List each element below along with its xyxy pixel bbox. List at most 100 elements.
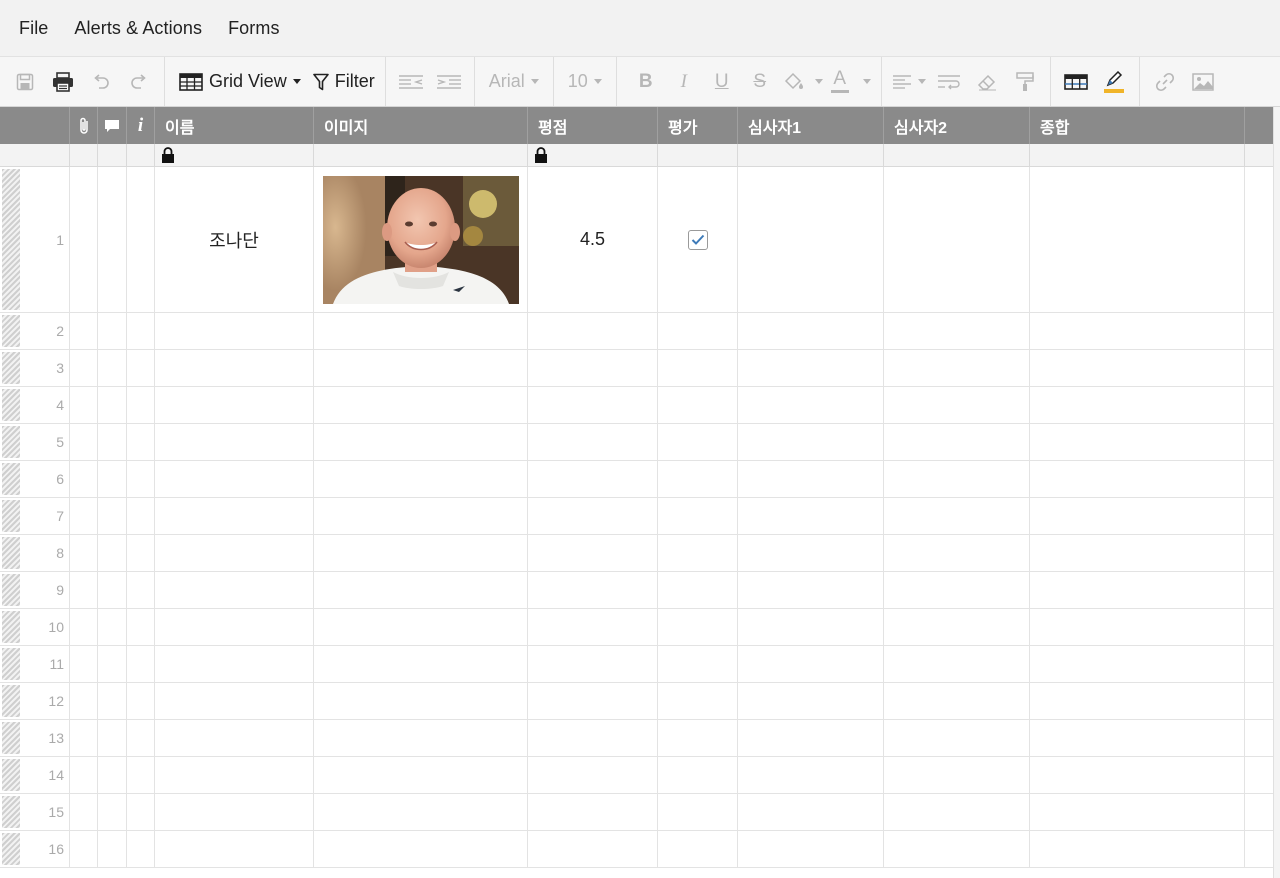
row-number[interactable]: 8 bbox=[0, 535, 70, 571]
evaluation-cell[interactable] bbox=[658, 350, 738, 386]
judge1-cell[interactable] bbox=[738, 350, 884, 386]
image-cell[interactable] bbox=[314, 350, 528, 386]
image-cell[interactable] bbox=[314, 498, 528, 534]
attachment-cell[interactable] bbox=[70, 794, 98, 830]
row-drag-handle[interactable] bbox=[2, 685, 20, 717]
image-cell[interactable] bbox=[314, 461, 528, 497]
score-cell[interactable] bbox=[528, 794, 658, 830]
row-number[interactable]: 1 bbox=[0, 167, 70, 312]
judge2-cell[interactable] bbox=[884, 167, 1030, 312]
evaluation-cell[interactable] bbox=[658, 646, 738, 682]
score-cell[interactable] bbox=[528, 387, 658, 423]
judge1-cell[interactable] bbox=[738, 646, 884, 682]
total-cell[interactable] bbox=[1030, 794, 1245, 830]
total-cell[interactable] bbox=[1030, 313, 1245, 349]
header-comments[interactable] bbox=[98, 107, 127, 144]
info-cell[interactable] bbox=[127, 350, 155, 386]
image-cell[interactable] bbox=[314, 424, 528, 460]
total-cell[interactable] bbox=[1030, 572, 1245, 608]
row-drag-handle[interactable] bbox=[2, 426, 20, 458]
evaluation-cell[interactable] bbox=[658, 461, 738, 497]
total-cell[interactable] bbox=[1030, 609, 1245, 645]
outdent-icon[interactable] bbox=[396, 65, 426, 99]
judge2-cell[interactable] bbox=[884, 535, 1030, 571]
attachment-cell[interactable] bbox=[70, 313, 98, 349]
row-number[interactable]: 5 bbox=[0, 424, 70, 460]
attachment-cell[interactable] bbox=[70, 646, 98, 682]
row-drag-handle[interactable] bbox=[2, 796, 20, 828]
info-cell[interactable] bbox=[127, 461, 155, 497]
row-number[interactable]: 13 bbox=[0, 720, 70, 756]
name-cell[interactable] bbox=[155, 683, 314, 719]
judge1-cell[interactable] bbox=[738, 683, 884, 719]
total-cell[interactable] bbox=[1030, 757, 1245, 793]
header-judge2[interactable]: 심사자2 bbox=[884, 107, 1030, 144]
row-number[interactable]: 16 bbox=[0, 831, 70, 867]
header-evaluation[interactable]: 평가 bbox=[658, 107, 738, 144]
judge2-cell[interactable] bbox=[884, 350, 1030, 386]
row-number[interactable]: 7 bbox=[0, 498, 70, 534]
grid-view-button[interactable]: Grid View bbox=[175, 65, 301, 99]
save-icon[interactable] bbox=[10, 65, 40, 99]
total-cell[interactable] bbox=[1030, 387, 1245, 423]
judge2-cell[interactable] bbox=[884, 498, 1030, 534]
judge1-cell[interactable] bbox=[738, 720, 884, 756]
attachment-cell[interactable] bbox=[70, 683, 98, 719]
evaluation-cell[interactable] bbox=[658, 794, 738, 830]
font-family-select[interactable]: Arial bbox=[489, 71, 539, 92]
score-cell[interactable]: 4.5 bbox=[528, 167, 658, 312]
comment-cell[interactable] bbox=[98, 424, 127, 460]
judge1-cell[interactable] bbox=[738, 167, 884, 312]
font-size-select[interactable]: 10 bbox=[568, 71, 602, 92]
evaluation-cell[interactable] bbox=[658, 498, 738, 534]
comment-cell[interactable] bbox=[98, 461, 127, 497]
info-cell[interactable] bbox=[127, 535, 155, 571]
evaluation-checkbox[interactable] bbox=[687, 229, 708, 250]
row-number[interactable]: 14 bbox=[0, 757, 70, 793]
image-icon[interactable] bbox=[1188, 65, 1218, 99]
image-cell[interactable] bbox=[314, 646, 528, 682]
row-number[interactable]: 11 bbox=[0, 646, 70, 682]
image-cell[interactable] bbox=[314, 313, 528, 349]
score-cell[interactable] bbox=[528, 350, 658, 386]
score-cell[interactable] bbox=[528, 646, 658, 682]
score-cell[interactable] bbox=[528, 498, 658, 534]
judge1-cell[interactable] bbox=[738, 387, 884, 423]
name-cell[interactable] bbox=[155, 498, 314, 534]
name-cell[interactable] bbox=[155, 387, 314, 423]
header-judge1[interactable]: 심사자1 bbox=[738, 107, 884, 144]
judge1-cell[interactable] bbox=[738, 794, 884, 830]
attachment-cell[interactable] bbox=[70, 831, 98, 867]
evaluation-cell[interactable] bbox=[658, 831, 738, 867]
info-cell[interactable] bbox=[127, 387, 155, 423]
judge2-cell[interactable] bbox=[884, 683, 1030, 719]
format-painter-icon[interactable] bbox=[1010, 65, 1040, 99]
info-cell[interactable] bbox=[127, 646, 155, 682]
evaluation-cell[interactable] bbox=[658, 535, 738, 571]
judge2-cell[interactable] bbox=[884, 831, 1030, 867]
judge2-cell[interactable] bbox=[884, 794, 1030, 830]
judge2-cell[interactable] bbox=[884, 572, 1030, 608]
total-cell[interactable] bbox=[1030, 720, 1245, 756]
attachment-cell[interactable] bbox=[70, 350, 98, 386]
comment-cell[interactable] bbox=[98, 831, 127, 867]
attachment-cell[interactable] bbox=[70, 609, 98, 645]
attachment-cell[interactable] bbox=[70, 720, 98, 756]
score-cell[interactable] bbox=[528, 313, 658, 349]
undo-icon[interactable] bbox=[86, 65, 116, 99]
info-cell[interactable] bbox=[127, 831, 155, 867]
total-cell[interactable] bbox=[1030, 461, 1245, 497]
image-cell[interactable] bbox=[314, 167, 528, 312]
info-cell[interactable] bbox=[127, 167, 155, 312]
judge1-cell[interactable] bbox=[738, 572, 884, 608]
row-drag-handle[interactable] bbox=[2, 833, 20, 865]
name-cell[interactable] bbox=[155, 794, 314, 830]
row-drag-handle[interactable] bbox=[2, 463, 20, 495]
score-cell[interactable] bbox=[528, 572, 658, 608]
row-number[interactable]: 4 bbox=[0, 387, 70, 423]
underline-button[interactable]: U bbox=[707, 65, 737, 99]
name-cell[interactable] bbox=[155, 572, 314, 608]
header-image[interactable]: 이미지 bbox=[314, 107, 528, 144]
comment-cell[interactable] bbox=[98, 609, 127, 645]
name-cell[interactable] bbox=[155, 609, 314, 645]
